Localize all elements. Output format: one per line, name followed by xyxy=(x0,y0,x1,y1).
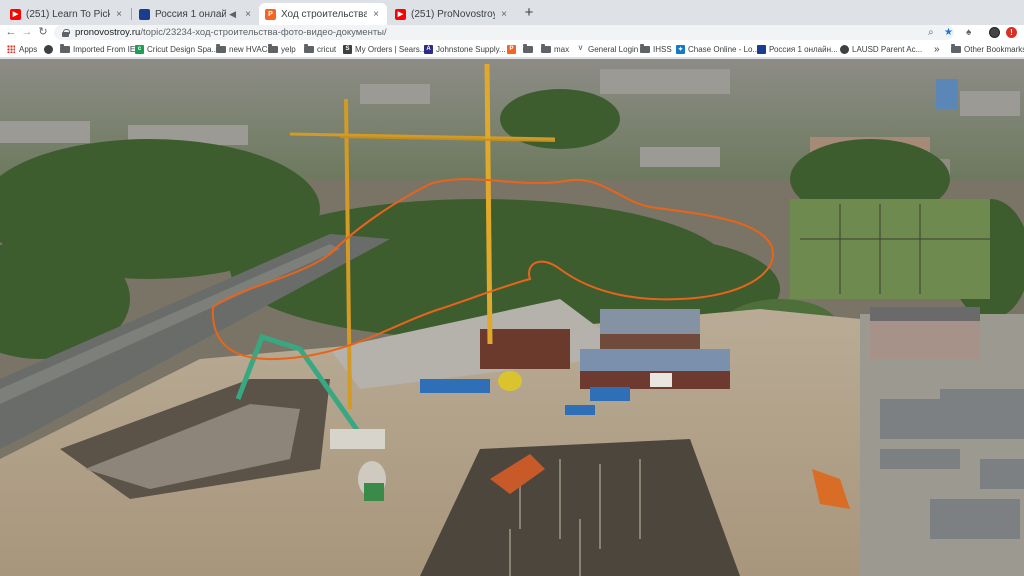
aerial-photo-illustration xyxy=(0,59,1024,576)
search-icon[interactable]: ⌕ xyxy=(928,26,934,39)
new-tab-button[interactable]: + xyxy=(520,4,538,22)
pump-truck xyxy=(330,429,385,449)
bookmark-sears-orders[interactable]: S My Orders | Sears... xyxy=(343,43,426,55)
globe-icon xyxy=(44,44,53,54)
pronovostroy-icon: P xyxy=(507,44,516,54)
blue-tarp xyxy=(420,379,490,393)
chase-icon: ✦ xyxy=(676,44,685,54)
folder-icon xyxy=(60,43,70,53)
folder-icon xyxy=(268,43,278,53)
bookmark-cricut-design-space[interactable]: c Cricut Design Spa... xyxy=(135,43,218,55)
tab-pronovostroy-youtube[interactable]: ▶ (251) ProNovostroy-SPB - You × xyxy=(389,3,515,25)
forward-button[interactable]: → xyxy=(20,25,34,40)
russia1-icon xyxy=(757,44,766,54)
bookmark-cricut[interactable]: cricut xyxy=(304,43,336,55)
bookmark-imported-from-ie[interactable]: Imported From IE xyxy=(60,43,135,55)
bookmark-general-login[interactable]: V General Login xyxy=(576,43,638,55)
folder-icon xyxy=(216,43,226,53)
tab-title: (251) ProNovostroy-SPB - You xyxy=(411,8,495,20)
url-text[interactable]: pronovostroy.ru/topic/23234-ход-строител… xyxy=(75,27,387,38)
tower-crane-right xyxy=(484,63,493,345)
folder-icon xyxy=(304,43,314,53)
pronovostroy-icon: P xyxy=(265,8,276,20)
reload-button[interactable]: ↻ xyxy=(36,25,50,40)
bookmark-russia1[interactable]: Россия 1 онлайн... xyxy=(757,43,838,55)
bookmark-johnstone-supply[interactable]: A Johnstone Supply... xyxy=(424,43,506,55)
tab-construction-progress[interactable]: P Ход строительства - фото, ви × xyxy=(259,3,387,25)
bookmark-apps[interactable]: Apps xyxy=(7,43,37,55)
johnstone-icon: A xyxy=(424,44,433,54)
extension-icon[interactable]: ♠ xyxy=(966,26,971,39)
browser-window: ▶ (251) Learn To Pick Locks And × Россия… xyxy=(0,0,1024,576)
bookmark-yelp[interactable]: yelp xyxy=(268,43,296,55)
bookmark-max[interactable]: max xyxy=(541,43,569,55)
youtube-icon: ▶ xyxy=(10,8,21,20)
close-icon[interactable]: × xyxy=(114,9,124,20)
youtube-icon: ▶ xyxy=(395,8,406,20)
tab-title: (251) Learn To Pick Locks And xyxy=(26,8,110,20)
bookmarks-overflow-button[interactable]: » xyxy=(934,43,940,55)
lock-icon[interactable] xyxy=(62,28,70,37)
toolbar: ← → ↻ pronovostroy.ru/topic/23234-ход-ст… xyxy=(0,25,1024,40)
folder-icon xyxy=(951,43,961,53)
tab-title: Россия 1 онлайн. Прямая xyxy=(155,8,227,20)
close-icon[interactable]: × xyxy=(371,9,381,20)
folder-icon xyxy=(541,43,551,53)
bookmark-folder[interactable] xyxy=(523,43,536,55)
lausd-icon xyxy=(840,44,849,54)
bookmark-other-bookmarks[interactable]: Other Bookmarks xyxy=(951,43,1024,55)
sears-icon: S xyxy=(343,44,352,54)
bookmark-pronovostroy[interactable]: P xyxy=(507,43,519,55)
bookmark-ihss[interactable]: IHSS xyxy=(640,43,672,55)
russia1-icon xyxy=(139,8,150,20)
brick-structure xyxy=(480,329,570,369)
bookmark-globe[interactable] xyxy=(44,43,56,55)
address-bar[interactable]: pronovostroy.ru/topic/23234-ход-строител… xyxy=(54,25,954,40)
close-icon[interactable]: × xyxy=(243,9,253,20)
star-icon[interactable]: ★ xyxy=(944,26,953,39)
bookmark-lausd-parent[interactable]: LAUSD Parent Ac... xyxy=(840,43,922,55)
cricut-icon: c xyxy=(135,44,144,54)
bookmarks-bar: Apps Imported From IE c Cricut Design Sp… xyxy=(0,40,1024,58)
tab-title: Ход строительства - фото, ви xyxy=(281,8,367,20)
tab-strip: ▶ (251) Learn To Pick Locks And × Россия… xyxy=(0,0,1024,25)
apps-grid-icon xyxy=(7,45,15,53)
tab-separator xyxy=(131,8,132,20)
alert-badge[interactable]: ! xyxy=(1006,27,1017,38)
bookmark-chase-online[interactable]: ✦ Chase Online - Lo... xyxy=(676,43,759,55)
folder-icon xyxy=(640,43,650,53)
back-button[interactable]: ← xyxy=(4,25,18,40)
tab-learn-to-pick-locks[interactable]: ▶ (251) Learn To Pick Locks And × xyxy=(4,3,130,25)
folder-icon xyxy=(523,43,533,53)
v-icon: V xyxy=(576,44,585,54)
avatar[interactable] xyxy=(989,27,1000,38)
close-icon[interactable]: × xyxy=(499,9,509,20)
substation-field xyxy=(790,199,990,299)
bookmark-new-hvac[interactable]: new HVAC xyxy=(216,43,268,55)
construction-photo xyxy=(0,59,1024,576)
tab-russia1[interactable]: Россия 1 онлайн. Прямая ◀ × xyxy=(133,3,259,25)
speaker-icon[interactable]: ◀ xyxy=(229,9,236,20)
